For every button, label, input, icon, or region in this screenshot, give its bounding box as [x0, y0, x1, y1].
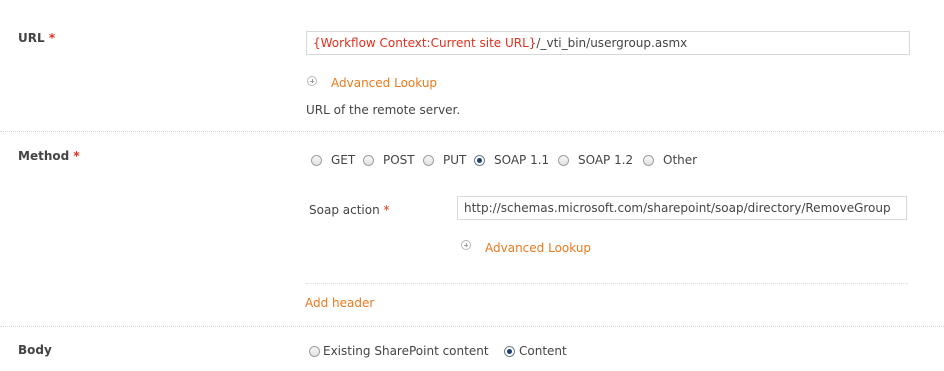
method-radio-post[interactable]: [363, 155, 374, 166]
body-label: Body: [18, 343, 52, 357]
method-radio-soap11[interactable]: [474, 155, 485, 166]
soap-advanced-lookup-link[interactable]: Advanced Lookup: [485, 241, 591, 255]
method-radio-soap12[interactable]: [558, 155, 569, 166]
body-radio-existing-sharepoint-label[interactable]: Existing SharePoint content: [323, 344, 489, 358]
url-label: URL *: [18, 31, 55, 45]
plus-icon[interactable]: [307, 76, 317, 86]
url-required-mark: *: [48, 31, 56, 45]
section-divider: [0, 131, 944, 132]
body-label-text: Body: [18, 343, 52, 357]
method-label: Method *: [18, 149, 80, 163]
method-radio-put[interactable]: [423, 155, 434, 166]
section-divider: [0, 326, 944, 327]
url-advanced-lookup-link[interactable]: Advanced Lookup: [331, 76, 437, 90]
body-radio-content[interactable]: [504, 346, 515, 357]
method-radio-post-label[interactable]: POST: [383, 153, 415, 167]
method-radio-soap11-label[interactable]: SOAP 1.1: [494, 153, 549, 167]
soap-action-value: http://schemas.microsoft.com/sharepoint/…: [464, 201, 891, 215]
url-token-current-site[interactable]: {Workflow Context:Current site URL}: [313, 36, 536, 50]
url-label-text: URL: [18, 31, 45, 45]
method-radio-other-label[interactable]: Other: [663, 153, 697, 167]
plus-icon[interactable]: [461, 240, 471, 250]
method-label-text: Method: [18, 149, 70, 163]
method-radio-put-label[interactable]: PUT: [443, 153, 466, 167]
method-inner-divider: [306, 283, 908, 284]
soap-action-required-mark: *: [383, 203, 390, 217]
method-radio-get-label[interactable]: GET: [331, 153, 355, 167]
soap-action-label-text: Soap action: [309, 203, 380, 217]
add-header-link[interactable]: Add header: [305, 296, 374, 310]
url-hint-text: URL of the remote server.: [306, 103, 461, 117]
url-input[interactable]: {Workflow Context:Current site URL}/_vti…: [306, 31, 910, 55]
method-radio-get[interactable]: [311, 155, 322, 166]
method-radio-other[interactable]: [643, 155, 654, 166]
method-required-mark: *: [73, 149, 80, 163]
body-radio-content-label[interactable]: Content: [519, 344, 567, 358]
url-value-rest: /_vti_bin/usergroup.asmx: [536, 36, 688, 50]
soap-action-input[interactable]: http://schemas.microsoft.com/sharepoint/…: [457, 196, 907, 220]
body-radio-existing-sharepoint[interactable]: [309, 346, 320, 357]
soap-action-label: Soap action *: [309, 203, 390, 217]
method-radio-soap12-label[interactable]: SOAP 1.2: [578, 153, 633, 167]
